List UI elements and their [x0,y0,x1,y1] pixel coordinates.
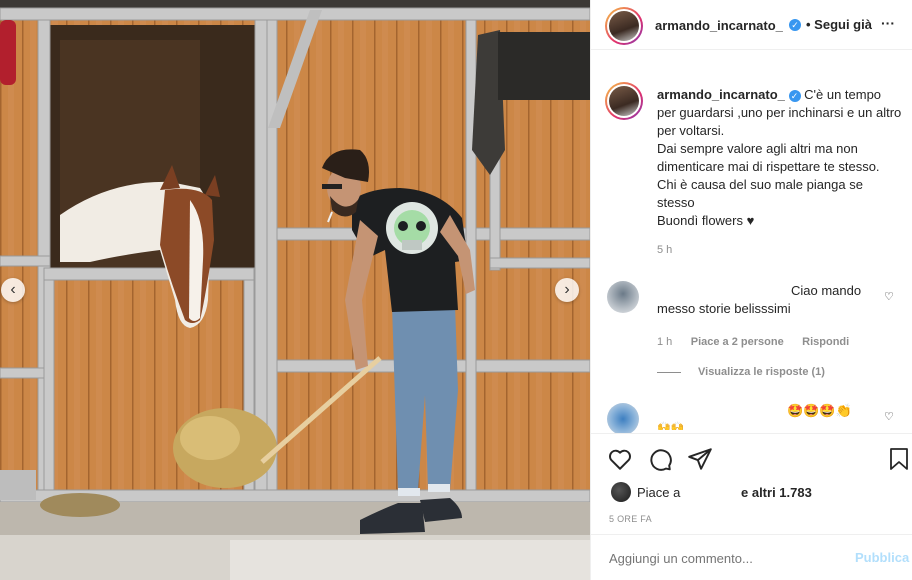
caption-line-3: Chi è causa del suo male pianga se stess… [657,177,863,210]
bookmark-icon[interactable] [887,446,911,472]
caption-age: 5 h [657,244,673,256]
commenter-2-avatar[interactable] [607,403,639,435]
comment-like-heart-icon[interactable]: ♡ [884,290,894,303]
post-header: armando_incarnato_ ✓ • Segui già ··· [591,0,912,50]
view-replies-button[interactable]: Visualizza le risposte (1) [698,366,825,378]
view-replies-line [657,372,681,373]
verified-icon: ✓ [789,19,801,31]
verified-icon: ✓ [788,89,801,102]
actions-bar: Piace a e altri 1.783 5 ORE FA [591,433,912,534]
stable-scene-illustration [0,0,590,580]
post-photo[interactable]: ‹ › [0,0,590,580]
comment-icon[interactable] [647,446,673,472]
comment-1-age: 1 h [657,336,673,348]
chevron-left-icon[interactable]: ‹ [1,278,25,302]
chevron-right-icon[interactable]: › [555,278,579,302]
commenter-avatar[interactable] [607,281,639,313]
post-caption: armando_incarnato_ ✓ C'è un tempo per gu… [657,86,902,230]
share-icon[interactable] [687,446,713,472]
post-side-panel: armando_incarnato_ ✓ • Segui già ··· arm… [590,0,912,580]
likes-label: Piace a [637,485,681,500]
comment-2-partial: 🙌🙌 [657,422,685,430]
caption-line-2: Dai sempre valore agli altri ma non dime… [657,141,880,174]
comment-1-line-1: Ciao mando [791,283,862,298]
post-timestamp: 5 ORE FA [609,514,652,524]
caption-line-4: Buondì flowers ♥ [657,213,755,228]
heart-icon[interactable] [607,446,633,472]
comment-1-likes[interactable]: Piace a 2 persone [691,336,784,348]
author-username[interactable]: armando_incarnato_ [655,18,783,33]
comment-1-meta: 1 h Piace a 2 persone Rispondi [657,332,849,350]
more-options-icon[interactable]: ··· [881,15,895,31]
comment-1-line-2: messo storie belisssimi [657,301,791,316]
caption-avatar[interactable] [605,82,643,120]
comment-1-reply[interactable]: Rispondi [802,336,849,348]
comment-2-like-heart-icon[interactable]: ♡ [884,410,894,423]
likes-others[interactable]: e altri 1.783 [741,485,812,500]
publish-button[interactable]: Pubblica [855,550,909,565]
comment-input[interactable] [607,547,831,569]
author-avatar[interactable] [605,7,643,45]
comment-1: Ciao mando messo storie belisssimi [657,282,872,318]
comment-2-text: 🤩🤩🤩👏 [787,403,852,418]
caption-username[interactable]: armando_incarnato_ [657,87,785,102]
likes-avatar[interactable] [611,482,631,502]
follow-status[interactable]: • Segui già [806,17,872,32]
comment-input-bar: Pubblica [591,534,912,580]
